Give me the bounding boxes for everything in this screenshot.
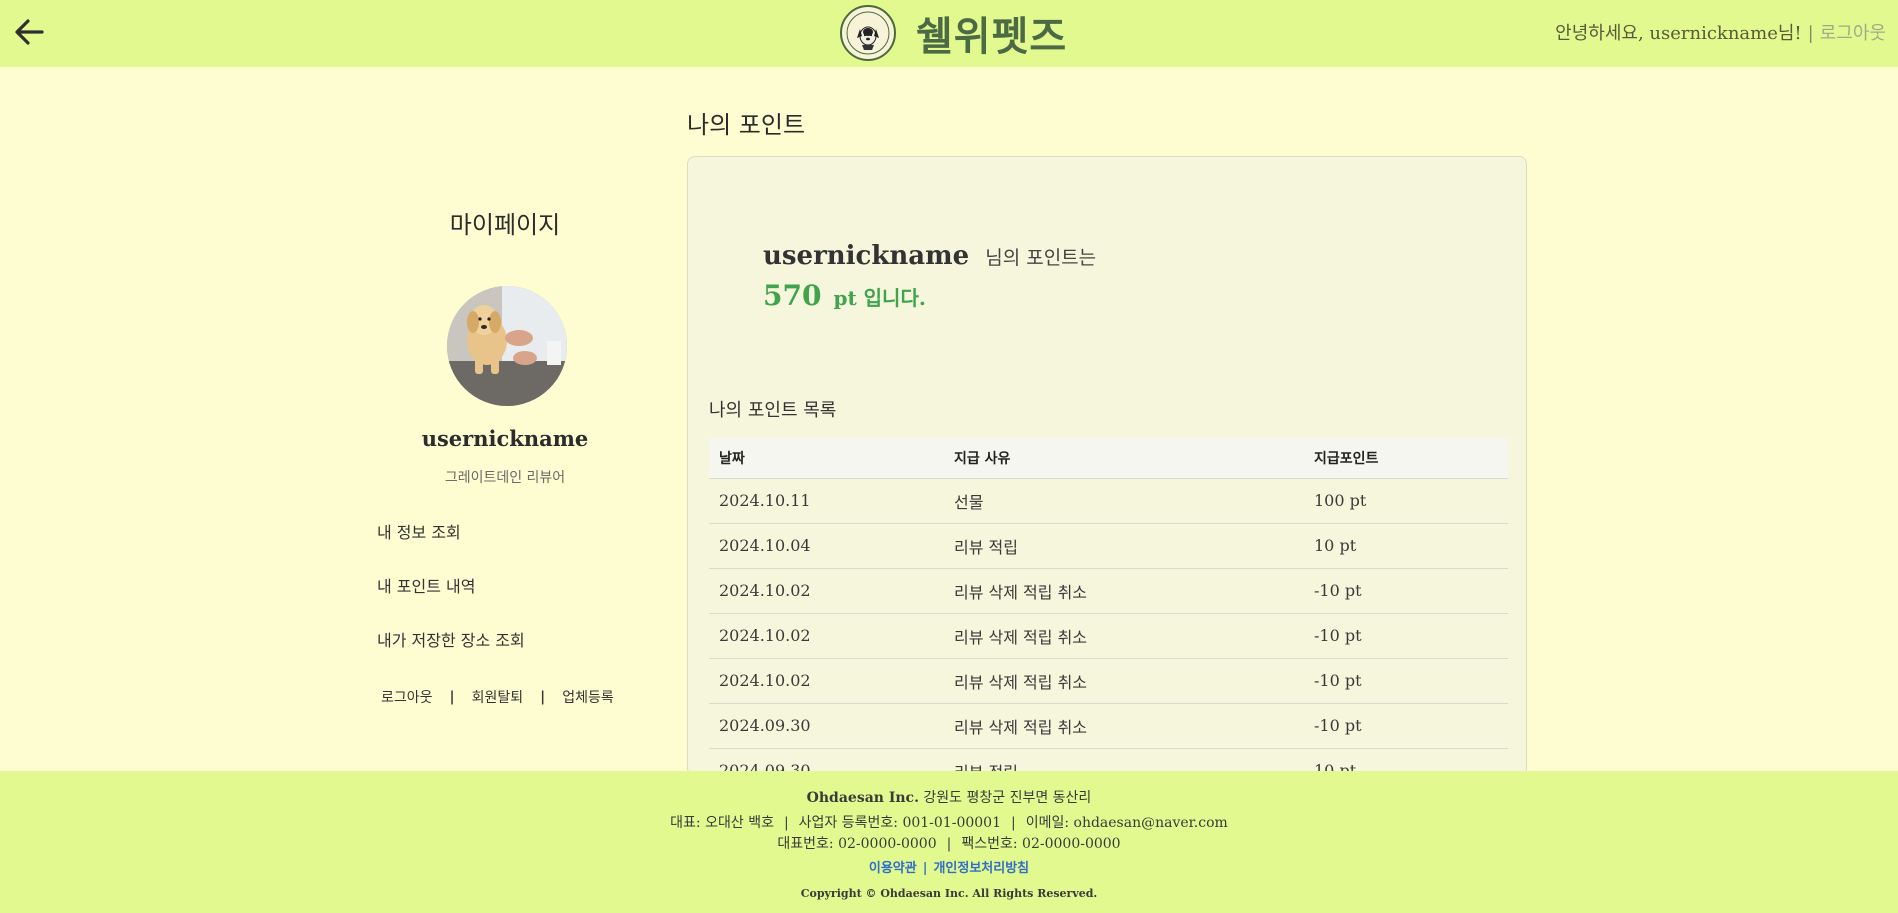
points-list-title: 나의 포인트 목록 bbox=[709, 400, 837, 421]
brand[interactable]: 쉘위펫즈 bbox=[840, 2, 1067, 64]
footer-copyright: Copyright © Ohdaesan Inc. All Rights Res… bbox=[800, 887, 1098, 900]
brand-name: 쉘위펫즈 bbox=[916, 14, 1068, 60]
top-header: 쉘위펫즈 안녕하세요, usernickname님! | 로그아웃 bbox=[0, 0, 1898, 67]
logout-link[interactable]: 로그아웃 bbox=[1820, 23, 1886, 44]
user-nav: 안녕하세요, usernickname님! | 로그아웃 bbox=[1555, 19, 1886, 45]
greeting-text: 안녕하세요, usernickname님! bbox=[1555, 23, 1802, 44]
summary-text: 님의 포인트는 bbox=[985, 247, 1097, 269]
withdraw-link[interactable]: 회원탈퇴 bbox=[472, 687, 524, 707]
cell-points: 100 pt bbox=[1304, 478, 1508, 524]
points-summary: usernickname 님의 포인트는 570 pt 입니다. bbox=[763, 241, 1096, 312]
column-header-date: 날짜 bbox=[709, 438, 944, 479]
cell-date: 2024.10.02 bbox=[709, 658, 944, 704]
nav-separator: | bbox=[1807, 23, 1814, 44]
menu-saved-places[interactable]: 내가 저장한 장소 조회 bbox=[377, 627, 525, 651]
sidebar-logout-link[interactable]: 로그아웃 bbox=[381, 687, 433, 707]
footer-separator: | bbox=[1010, 815, 1016, 831]
cell-date: 2024.10.11 bbox=[709, 478, 944, 524]
cell-date: 2024.10.02 bbox=[709, 568, 944, 614]
cell-points: -10 pt bbox=[1304, 703, 1508, 749]
account-links: 로그아웃 | 회원탈퇴 | 업체등록 bbox=[381, 687, 614, 707]
cell-date: 2024.10.04 bbox=[709, 523, 944, 569]
footer-ceo: 대표: 오대산 백호 bbox=[670, 815, 774, 831]
footer-separator: | bbox=[922, 861, 928, 876]
avatar bbox=[447, 286, 567, 406]
link-separator: | bbox=[540, 689, 546, 705]
site-footer: Ohdaesan Inc. 강원도 평창군 진부면 동산리 대표: 오대산 백호… bbox=[0, 771, 1898, 913]
cell-points: -10 pt bbox=[1304, 613, 1508, 659]
cell-points: -10 pt bbox=[1304, 658, 1508, 704]
profile-grade: 그레이트데인 리뷰어 bbox=[444, 470, 566, 486]
cell-reason: 선물 bbox=[944, 478, 1304, 524]
column-header-reason: 지급 사유 bbox=[944, 438, 1304, 479]
sidebar-title: 마이페이지 bbox=[449, 211, 561, 239]
table-row: 2024.10.02 리뷰 삭제 적립 취소 -10 pt bbox=[709, 613, 1508, 659]
column-header-points: 지급포인트 bbox=[1304, 438, 1508, 479]
privacy-link[interactable]: 개인정보처리방침 bbox=[933, 861, 1029, 876]
profile-nickname: usernickname bbox=[421, 426, 589, 451]
footer-separator: | bbox=[783, 815, 789, 831]
cell-reason: 리뷰 삭제 적립 취소 bbox=[944, 568, 1304, 614]
footer-phone: 대표번호: 02-0000-0000 bbox=[777, 836, 937, 852]
cell-reason: 리뷰 삭제 적립 취소 bbox=[944, 703, 1304, 749]
menu-my-info[interactable]: 내 정보 조회 bbox=[377, 519, 461, 543]
table-row: 2024.10.02 리뷰 삭제 적립 취소 -10 pt bbox=[709, 568, 1508, 614]
footer-contact-line: 대표번호: 02-0000-0000 | 팩스번호: 02-0000-0000 bbox=[0, 833, 1898, 853]
table-row: 2024.10.04 리뷰 적립 10 pt bbox=[709, 523, 1508, 569]
footer-fax: 팩스번호: 02-0000-0000 bbox=[961, 836, 1121, 852]
cell-date: 2024.09.30 bbox=[709, 703, 944, 749]
table-row: 2024.10.11 선물 100 pt bbox=[709, 478, 1508, 524]
cell-date: 2024.10.02 bbox=[709, 613, 944, 659]
terms-link[interactable]: 이용약관 bbox=[869, 861, 917, 876]
footer-email: 이메일: ohdaesan@naver.com bbox=[1025, 815, 1228, 831]
cell-reason: 리뷰 삭제 적립 취소 bbox=[944, 658, 1304, 704]
cell-points: -10 pt bbox=[1304, 568, 1508, 614]
cell-reason: 리뷰 적립 bbox=[944, 523, 1304, 569]
menu-my-points[interactable]: 내 포인트 내역 bbox=[377, 573, 476, 597]
table-header-row: 날짜 지급 사유 지급포인트 bbox=[709, 438, 1508, 479]
summary-nickname: usernickname bbox=[763, 241, 970, 271]
points-table: 날짜 지급 사유 지급포인트 2024.10.11 선물 100 pt 2024… bbox=[709, 438, 1508, 775]
footer-biz-no: 사업자 등록번호: 001-01-00001 bbox=[798, 815, 1001, 831]
footer-address: 강원도 평창군 진부면 동산리 bbox=[923, 790, 1092, 806]
points-value: 570 bbox=[763, 279, 822, 312]
cell-reason: 리뷰 삭제 적립 취소 bbox=[944, 613, 1304, 659]
footer-separator: | bbox=[946, 836, 952, 852]
table-row: 2024.10.02 리뷰 삭제 적립 취소 -10 pt bbox=[709, 658, 1508, 704]
back-arrow-icon[interactable] bbox=[12, 14, 48, 50]
points-card: usernickname 님의 포인트는 570 pt 입니다. 나의 포인트 … bbox=[687, 156, 1527, 776]
link-separator: | bbox=[449, 689, 455, 705]
page-title: 나의 포인트 bbox=[687, 111, 806, 139]
footer-policy-links: 이용약관 | 개인정보처리방침 bbox=[0, 857, 1898, 876]
table-row: 2024.09.30 리뷰 삭제 적립 취소 -10 pt bbox=[709, 703, 1508, 749]
business-register-link[interactable]: 업체등록 bbox=[562, 687, 614, 707]
points-unit: pt 입니다. bbox=[833, 286, 926, 310]
footer-info-line: 대표: 오대산 백호 | 사업자 등록번호: 001-01-00001 | 이메일: o… bbox=[0, 812, 1898, 832]
cell-points: 10 pt bbox=[1304, 523, 1508, 569]
dog-logo-icon bbox=[840, 5, 896, 61]
footer-company: Ohdaesan Inc. bbox=[806, 790, 919, 806]
footer-company-line: Ohdaesan Inc. 강원도 평창군 진부면 동산리 bbox=[0, 787, 1898, 807]
